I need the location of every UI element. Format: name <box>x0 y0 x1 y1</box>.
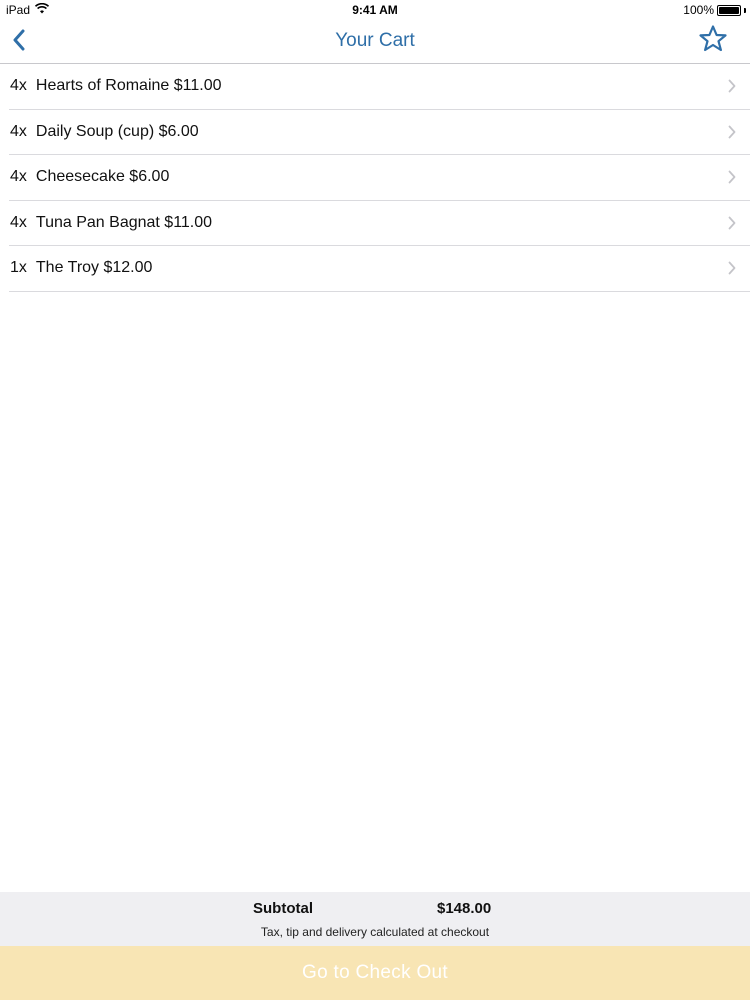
chevron-right-icon <box>728 170 736 184</box>
battery-fill <box>719 6 739 14</box>
status-time: 9:41 AM <box>352 3 398 17</box>
cart-item-qty: 4x <box>10 213 27 231</box>
status-right: 100% <box>683 3 746 17</box>
cart-item-label: Cheesecake $6.00 <box>35 168 170 186</box>
battery-tip <box>744 7 746 13</box>
cart-item-qty: 4x <box>10 168 27 186</box>
cart-item-label: Hearts of Romaine $11.00 <box>35 77 222 95</box>
cart-item-row[interactable]: 4x Hearts of Romaine $11.00 <box>9 64 750 110</box>
summary-note: Tax, tip and delivery calculated at chec… <box>260 925 490 939</box>
subtotal-label: Subtotal <box>253 900 313 917</box>
subtotal-value: $148.00 <box>437 900 492 917</box>
checkout-button[interactable]: Go to Check Out <box>0 946 750 1000</box>
cart-list: 4x Hearts of Romaine $11.00 4x Daily Soup (… <box>0 64 750 292</box>
cart-item-text: 1x The Troy $12.00 <box>9 259 152 277</box>
cart-item-text: 4x Tuna Pan Bagnat $11.00 <box>9 214 212 232</box>
cart-item-qty: 4x <box>10 77 27 95</box>
cart-item-qty: 1x <box>10 259 27 277</box>
battery-icon <box>717 4 741 16</box>
status-bar: iPad 9:41 AM 100% <box>0 0 750 20</box>
cart-item-label: The Troy $12.00 <box>35 259 153 277</box>
nav-bar: Your Cart <box>0 20 750 64</box>
star-outline-icon <box>699 25 727 57</box>
cart-item-text: 4x Hearts of Romaine $11.00 <box>9 77 222 95</box>
cart-item-text: 4x Daily Soup (cup) $6.00 <box>9 123 199 141</box>
favorite-button[interactable] <box>698 25 728 57</box>
cart-item-label: Daily Soup (cup) $6.00 <box>35 122 199 140</box>
cart-item-qty: 4x <box>10 122 27 140</box>
battery-percent: 100% <box>683 3 714 17</box>
cart-item-row[interactable]: 4x Daily Soup (cup) $6.00 <box>9 110 750 155</box>
cart-item-text: 4x Cheesecake $6.00 <box>9 168 169 186</box>
order-summary: Subtotal $148.00 Tax, tip and delivery c… <box>0 892 750 946</box>
cart-screen: iPad 9:41 AM 100% Your Cart 4x Hearts of… <box>0 0 750 1000</box>
cart-item-row[interactable]: 1x The Troy $12.00 <box>9 246 750 292</box>
chevron-right-icon <box>728 261 736 275</box>
page-title: Your Cart <box>335 30 415 51</box>
chevron-right-icon <box>728 216 736 230</box>
cart-item-row[interactable]: 4x Tuna Pan Bagnat $11.00 <box>9 201 750 246</box>
chevron-right-icon <box>728 125 736 139</box>
cart-item-label: Tuna Pan Bagnat $11.00 <box>35 213 213 231</box>
chevron-right-icon <box>728 79 736 93</box>
cart-item-row[interactable]: 4x Cheesecake $6.00 <box>9 155 750 201</box>
